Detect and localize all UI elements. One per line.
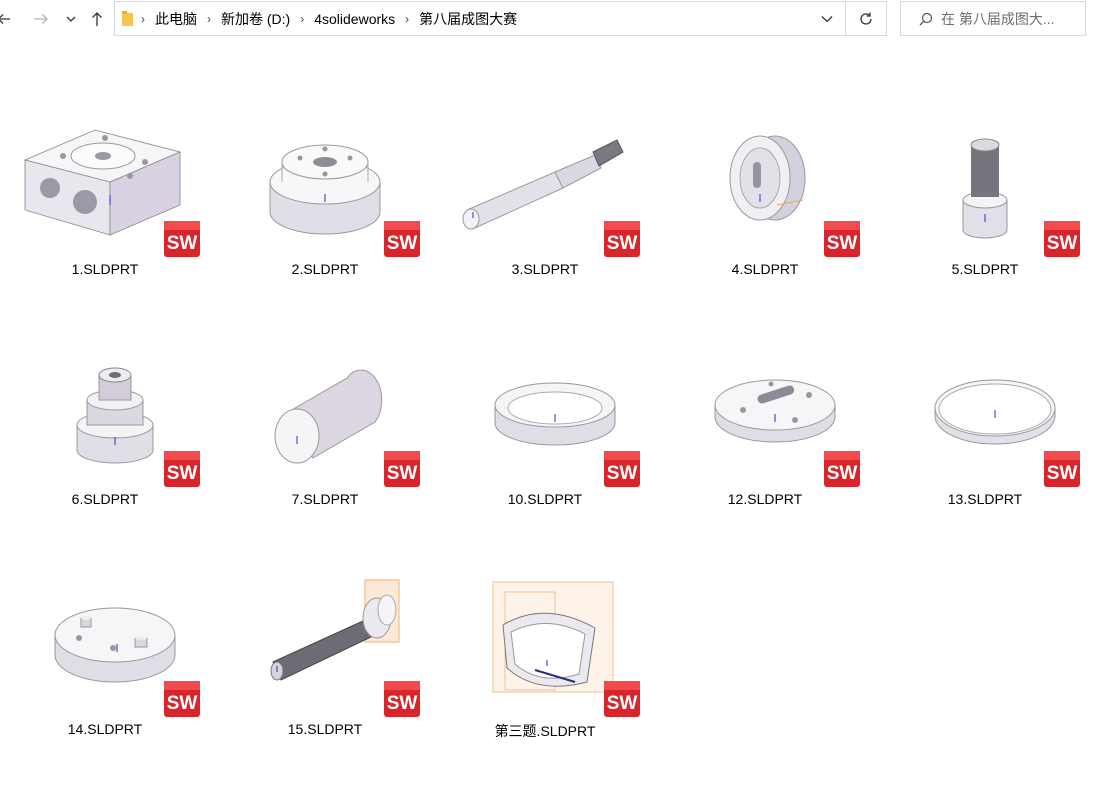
file-name[interactable]: 15.SLDPRT <box>215 721 435 737</box>
file-name[interactable]: 6.SLDPRT <box>0 491 215 507</box>
file-name[interactable]: 第三题.SLDPRT <box>435 721 655 741</box>
svg-text:SW: SW <box>387 463 418 484</box>
solidworks-file-icon: SW <box>1044 221 1080 257</box>
forward-button[interactable] <box>30 4 52 34</box>
breadcrumb-separator[interactable]: › <box>135 12 151 26</box>
solidworks-file-icon: SW <box>164 451 200 487</box>
search-icon <box>919 12 933 25</box>
file-name[interactable]: 1.SLDPRT <box>0 261 215 277</box>
solidworks-file-icon: SW <box>604 451 640 487</box>
breadcrumb-drive-d[interactable]: 新加卷 (D:) <box>217 9 294 29</box>
file-name[interactable]: 4.SLDPRT <box>655 261 875 277</box>
file-item[interactable]: SW 7.SLDPRT <box>215 340 435 560</box>
file-item[interactable]: SW 1.SLDPRT <box>0 110 215 330</box>
svg-text:SW: SW <box>387 233 418 254</box>
solidworks-file-icon: SW <box>824 221 860 257</box>
forward-arrow-icon <box>34 14 48 24</box>
back-arrow-icon <box>0 14 10 24</box>
file-item[interactable]: SW 6.SLDPRT <box>0 340 215 560</box>
breadcrumb-current-folder[interactable]: 第八届成图大赛 <box>415 9 521 29</box>
solidworks-file-icon: SW <box>604 221 640 257</box>
svg-text:SW: SW <box>607 463 638 484</box>
svg-text:SW: SW <box>607 233 638 254</box>
up-arrow-icon <box>92 12 102 26</box>
file-item[interactable]: SW 第三题.SLDPRT <box>435 570 655 790</box>
svg-text:SW: SW <box>607 693 638 714</box>
file-name[interactable]: 12.SLDPRT <box>655 491 875 507</box>
file-item[interactable]: SW 12.SLDPRT <box>655 340 875 560</box>
search-box[interactable]: 在 第八届成图大... <box>900 1 1086 36</box>
up-button[interactable] <box>87 4 107 34</box>
solidworks-file-icon: SW <box>1044 451 1080 487</box>
solidworks-file-icon: SW <box>604 681 640 717</box>
address-dropdown-button[interactable] <box>809 2 845 35</box>
breadcrumb-separator[interactable]: › <box>201 12 217 26</box>
svg-text:SW: SW <box>1047 463 1078 484</box>
file-item[interactable]: SW 10.SLDPRT <box>435 340 655 560</box>
file-item[interactable]: SW 15.SLDPRT <box>215 570 435 790</box>
file-name[interactable]: 3.SLDPRT <box>435 261 655 277</box>
file-name[interactable]: 10.SLDPRT <box>435 491 655 507</box>
back-button[interactable] <box>0 4 14 34</box>
file-name[interactable]: 13.SLDPRT <box>875 491 1095 507</box>
svg-text:SW: SW <box>167 233 198 254</box>
solidworks-file-icon: SW <box>164 221 200 257</box>
solidworks-file-icon: SW <box>384 451 420 487</box>
file-item[interactable]: SW 4.SLDPRT <box>655 110 875 330</box>
solidworks-file-icon: SW <box>824 451 860 487</box>
svg-text:SW: SW <box>167 693 198 714</box>
address-bar[interactable]: › 此电脑 › 新加卷 (D:) › 4solideworks › 第八届成图大… <box>114 1 846 36</box>
file-item[interactable]: SW 5.SLDPRT <box>875 110 1095 330</box>
solidworks-file-icon: SW <box>164 681 200 717</box>
recent-locations-button[interactable] <box>62 4 80 34</box>
svg-text:SW: SW <box>1047 233 1078 254</box>
solidworks-file-icon: SW <box>384 221 420 257</box>
chevron-down-icon <box>66 16 76 22</box>
svg-text:SW: SW <box>167 463 198 484</box>
file-item[interactable]: SW 14.SLDPRT <box>0 570 215 790</box>
file-name[interactable]: 5.SLDPRT <box>875 261 1095 277</box>
file-item[interactable]: SW 3.SLDPRT <box>435 110 655 330</box>
file-item[interactable]: SW 2.SLDPRT <box>215 110 435 330</box>
folder-icon <box>122 10 133 26</box>
refresh-button[interactable] <box>846 1 887 36</box>
navigation-bar: › 此电脑 › 新加卷 (D:) › 4solideworks › 第八届成图大… <box>0 0 1099 38</box>
svg-text:SW: SW <box>387 693 418 714</box>
search-input[interactable]: 在 第八届成图大... <box>941 9 1055 29</box>
svg-text:SW: SW <box>827 463 858 484</box>
svg-text:SW: SW <box>827 233 858 254</box>
breadcrumb-solidworks[interactable]: 4solideworks <box>310 11 399 27</box>
breadcrumb-separator[interactable]: › <box>294 12 310 26</box>
breadcrumb-separator[interactable]: › <box>399 12 415 26</box>
file-item[interactable]: SW 13.SLDPRT <box>875 340 1095 560</box>
file-name[interactable]: 7.SLDPRT <box>215 491 435 507</box>
refresh-icon <box>860 12 872 25</box>
breadcrumb-this-pc[interactable]: 此电脑 <box>151 9 201 29</box>
solidworks-file-icon: SW <box>384 681 420 717</box>
file-name[interactable]: 14.SLDPRT <box>0 721 215 737</box>
file-name[interactable]: 2.SLDPRT <box>215 261 435 277</box>
chevron-down-icon <box>821 15 833 22</box>
